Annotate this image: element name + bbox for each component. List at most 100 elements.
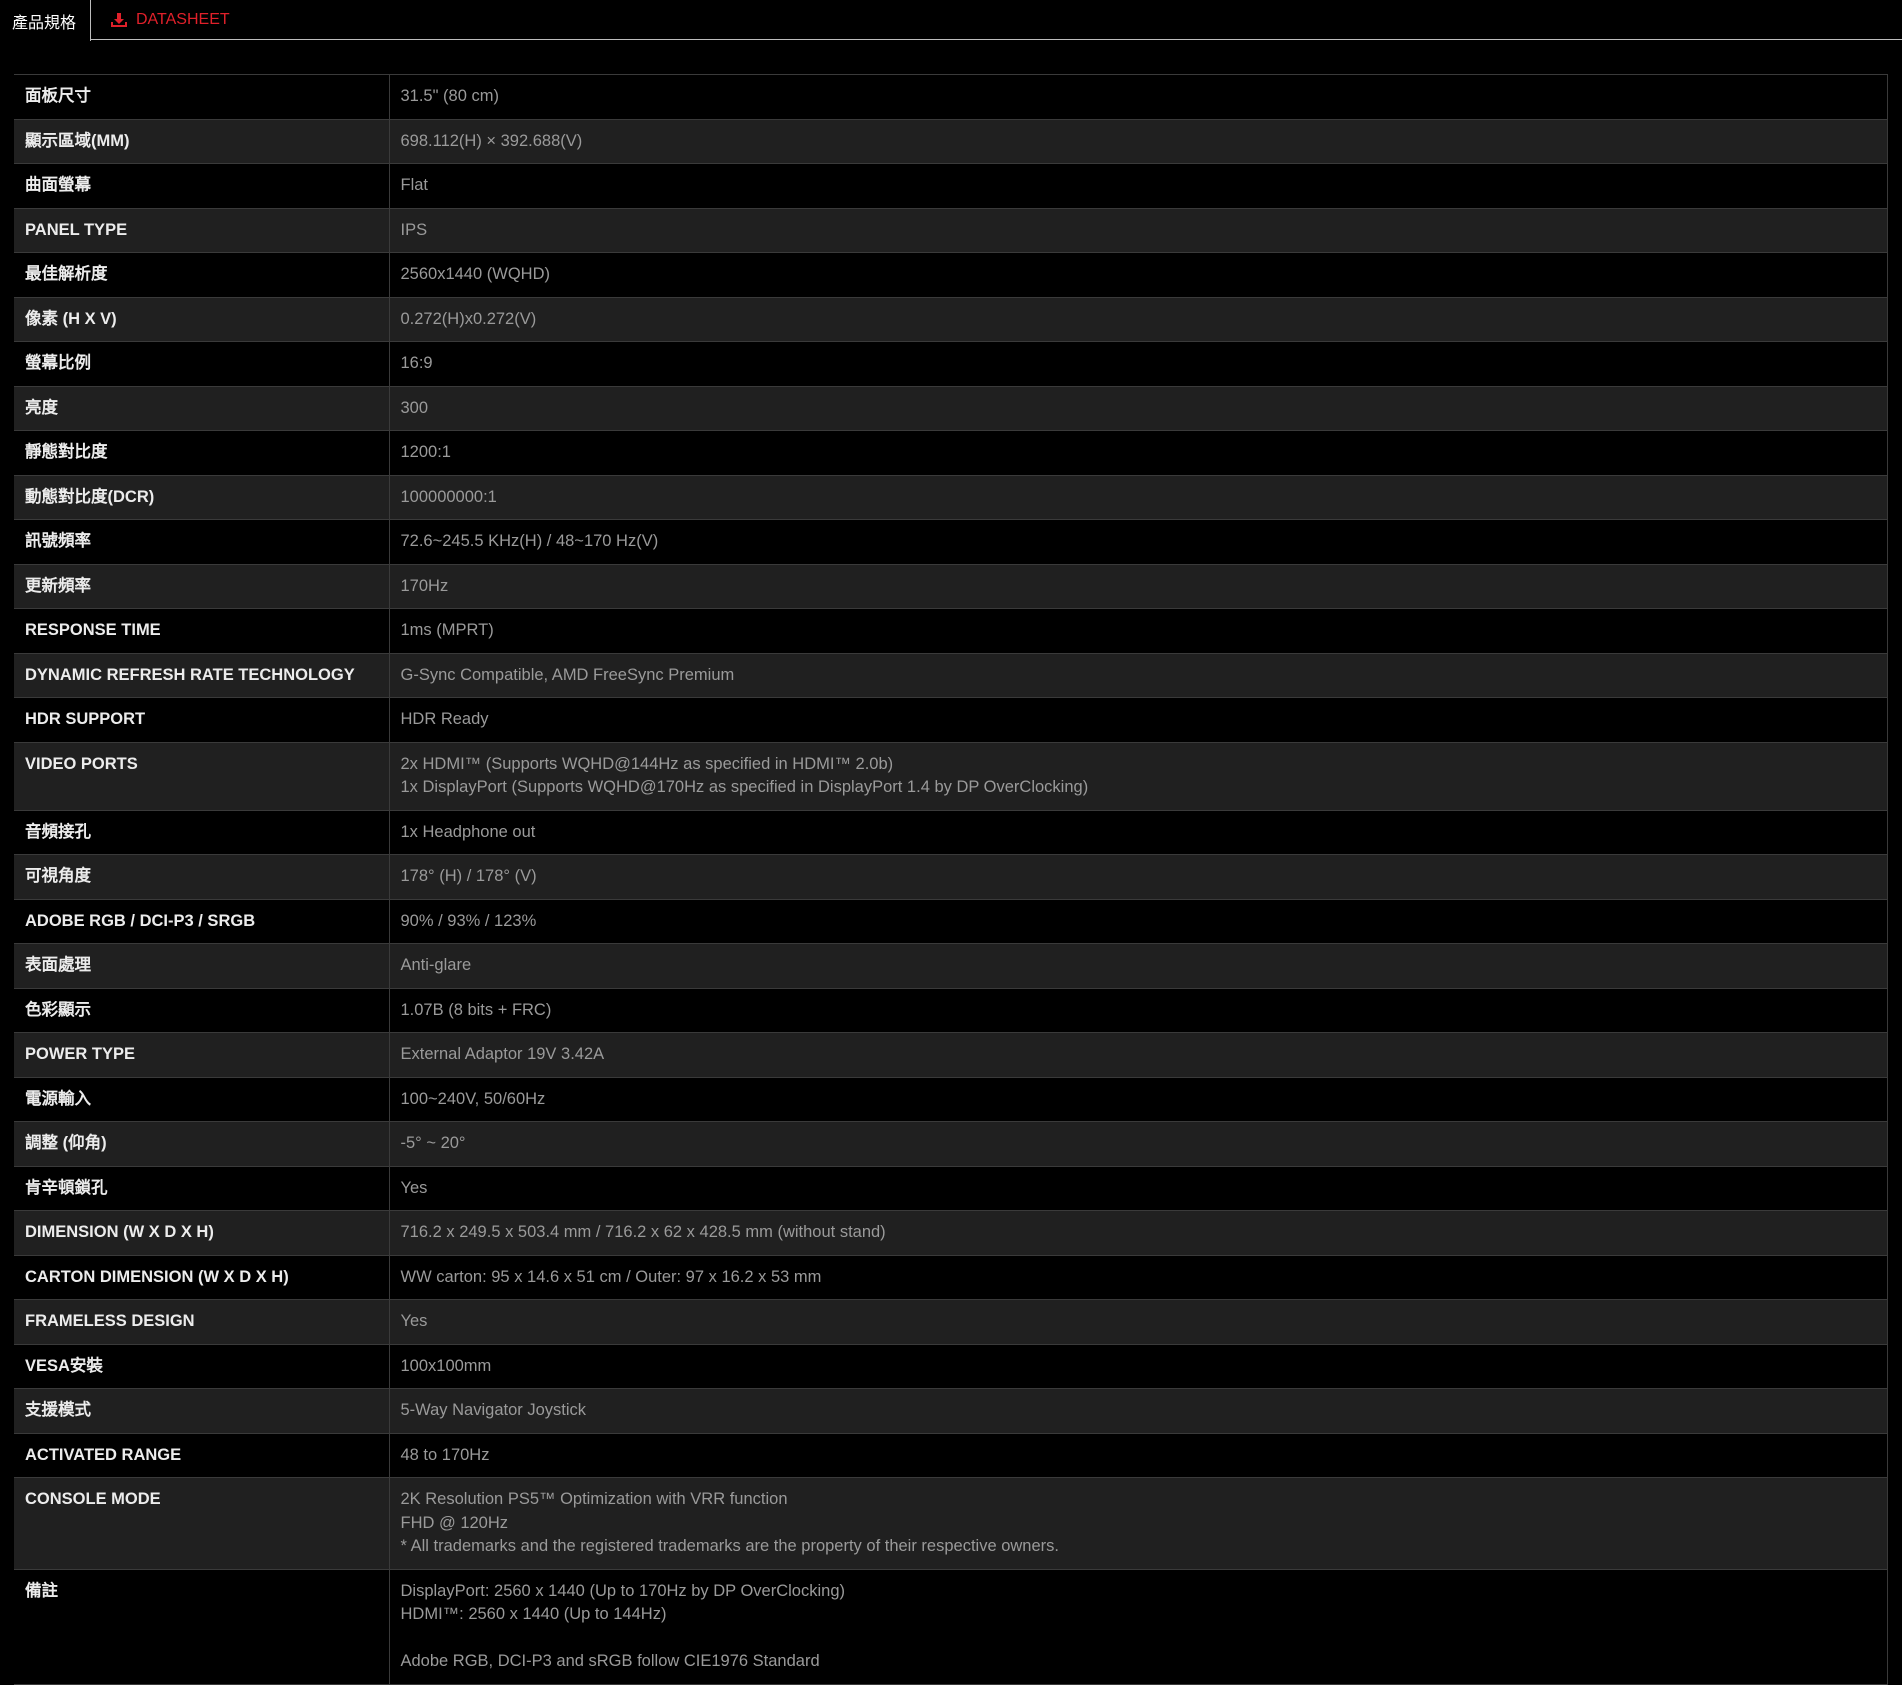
spec-label: 調整 (仰角) — [14, 1121, 390, 1167]
spec-label: VESA安裝 — [14, 1344, 390, 1389]
spec-label: 肯辛頓鎖孔 — [14, 1166, 390, 1211]
spec-row: PANEL TYPE IPS — [14, 208, 1888, 253]
spec-row: ADOBE RGB / DCI-P3 / SRGB 90% / 93% / 123… — [14, 899, 1888, 944]
spec-label: 動態對比度(DCR) — [14, 475, 390, 520]
spec-label: 表面處理 — [14, 943, 390, 989]
spec-label: 色彩顯示 — [14, 988, 390, 1033]
spec-row: 備註 DisplayPort: 2560 x 1440 (Up to 170Hz … — [14, 1569, 1888, 1685]
spec-value: WW carton: 95 x 14.6 x 51 cm / Outer: 97… — [389, 1255, 1888, 1300]
spec-value: 100000000:1 — [389, 475, 1888, 520]
tab-specifications-label: 產品規格 — [12, 14, 77, 32]
spec-row: DYNAMIC REFRESH RATE TECHNOLOGY G-Sync Co… — [14, 653, 1888, 698]
spec-value: 5-Way Navigator Joystick — [389, 1388, 1888, 1434]
spec-row: HDR SUPPORT HDR Ready — [14, 697, 1888, 743]
spec-value: 0.272(H)x0.272(V) — [389, 297, 1888, 342]
spec-row: 音頻接孔 1x Headphone out — [14, 810, 1888, 855]
spec-row: ACTIVATED RANGE 48 to 170Hz — [14, 1433, 1888, 1478]
spec-label: 電源輸入 — [14, 1077, 390, 1122]
spec-label: 顯示區域(MM) — [14, 119, 390, 164]
spec-row: 肯辛頓鎖孔 Yes — [14, 1166, 1888, 1211]
spec-row: FRAMELESS DESIGN Yes — [14, 1299, 1888, 1345]
tab-specifications[interactable]: 產品規格 — [0, 0, 91, 41]
spec-label: DIMENSION (W X D X H) — [14, 1210, 390, 1256]
spec-row: 像素 (H X V) 0.272(H)x0.272(V) — [14, 297, 1888, 342]
spec-value: 31.5" (80 cm) — [389, 74, 1888, 120]
spec-label: 更新頻率 — [14, 564, 390, 609]
spec-row: VESA安裝 100x100mm — [14, 1344, 1888, 1389]
tab-datasheet-label: DATASHEET — [136, 11, 230, 28]
spec-value: 90% / 93% / 123% — [389, 899, 1888, 944]
spec-row: 顯示區域(MM) 698.112(H) × 392.688(V) — [14, 119, 1888, 164]
spec-value: DisplayPort: 2560 x 1440 (Up to 170Hz by… — [389, 1569, 1888, 1685]
spec-label: 備註 — [14, 1569, 390, 1685]
spec-value: 1ms (MPRT) — [389, 608, 1888, 654]
spec-value: 1200:1 — [389, 430, 1888, 476]
spec-label: ACTIVATED RANGE — [14, 1433, 390, 1478]
spec-label: RESPONSE TIME — [14, 608, 390, 654]
spec-label: PANEL TYPE — [14, 208, 390, 253]
spec-label: 靜態對比度 — [14, 430, 390, 476]
spec-label: 支援模式 — [14, 1388, 390, 1434]
spec-label: 螢幕比例 — [14, 341, 390, 387]
spec-value: G-Sync Compatible, AMD FreeSync Premium — [389, 653, 1888, 698]
spec-value: HDR Ready — [389, 697, 1888, 743]
spec-row: 曲面螢幕 Flat — [14, 163, 1888, 209]
spec-value: IPS — [389, 208, 1888, 253]
tab-datasheet[interactable]: DATASHEET — [110, 0, 240, 40]
spec-label: 面板尺寸 — [14, 74, 390, 120]
spec-row: 支援模式 5-Way Navigator Joystick — [14, 1388, 1888, 1434]
spec-row: 表面處理 Anti-glare — [14, 943, 1888, 989]
spec-row: 更新頻率 170Hz — [14, 564, 1888, 609]
spec-value: 2K Resolution PS5™ Optimization with VRR… — [389, 1477, 1888, 1570]
spec-label: HDR SUPPORT — [14, 697, 390, 743]
spec-value: 1x Headphone out — [389, 810, 1888, 855]
spec-row: 動態對比度(DCR) 100000000:1 — [14, 475, 1888, 520]
spec-value: 16:9 — [389, 341, 1888, 387]
spec-row: 電源輸入 100~240V, 50/60Hz — [14, 1077, 1888, 1122]
spec-row: POWER TYPE External Adaptor 19V 3.42A — [14, 1032, 1888, 1078]
spec-table: 面板尺寸 31.5" (80 cm) 顯示區域(MM) 698.112(H) × 39… — [14, 74, 1888, 1685]
spec-value: 300 — [389, 386, 1888, 431]
download-icon — [110, 11, 128, 29]
spec-label: FRAMELESS DESIGN — [14, 1299, 390, 1345]
spec-value: 170Hz — [389, 564, 1888, 609]
spec-value: Anti-glare — [389, 943, 1888, 989]
spec-label: CARTON DIMENSION (W X D X H) — [14, 1255, 390, 1300]
spec-table-body: 面板尺寸 31.5" (80 cm) 顯示區域(MM) 698.112(H) × 39… — [14, 74, 1888, 1685]
spec-label: 音頻接孔 — [14, 810, 390, 855]
spec-label: POWER TYPE — [14, 1032, 390, 1078]
spec-row: CARTON DIMENSION (W X D X H) WW carton: 9… — [14, 1255, 1888, 1300]
spec-row: 面板尺寸 31.5" (80 cm) — [14, 74, 1888, 120]
spec-value: 100x100mm — [389, 1344, 1888, 1389]
spec-row: CONSOLE MODE 2K Resolution PS5™ Optimizat… — [14, 1477, 1888, 1570]
spec-value: Yes — [389, 1299, 1888, 1345]
spec-row: 螢幕比例 16:9 — [14, 341, 1888, 387]
spec-value: 1.07B (8 bits + FRC) — [389, 988, 1888, 1033]
spec-value: 178° (H) / 178° (V) — [389, 854, 1888, 900]
spec-row: 靜態對比度 1200:1 — [14, 430, 1888, 476]
spec-row: 最佳解析度 2560x1440 (WQHD) — [14, 252, 1888, 298]
spec-row: 亮度 300 — [14, 386, 1888, 431]
spec-value: 100~240V, 50/60Hz — [389, 1077, 1888, 1122]
spec-label: 可視角度 — [14, 854, 390, 900]
spec-row: DIMENSION (W X D X H) 716.2 x 249.5 x 503… — [14, 1210, 1888, 1256]
spec-row: 訊號頻率 72.6~245.5 KHz(H) / 48~170 Hz(V) — [14, 519, 1888, 565]
spec-label: DYNAMIC REFRESH RATE TECHNOLOGY — [14, 653, 390, 698]
spec-value: 716.2 x 249.5 x 503.4 mm / 716.2 x 62 x … — [389, 1210, 1888, 1256]
spec-value: External Adaptor 19V 3.42A — [389, 1032, 1888, 1078]
spec-value: 2560x1440 (WQHD) — [389, 252, 1888, 298]
spec-label: 曲面螢幕 — [14, 163, 390, 209]
spec-label: 亮度 — [14, 386, 390, 431]
spec-value: 2x HDMI™ (Supports WQHD@144Hz as specifi… — [389, 742, 1888, 811]
spec-row: 可視角度 178° (H) / 178° (V) — [14, 854, 1888, 900]
spec-value: 48 to 170Hz — [389, 1433, 1888, 1478]
spec-label: ADOBE RGB / DCI-P3 / SRGB — [14, 899, 390, 944]
spec-value: Yes — [389, 1166, 1888, 1211]
spec-row: RESPONSE TIME 1ms (MPRT) — [14, 608, 1888, 654]
spec-row: 色彩顯示 1.07B (8 bits + FRC) — [14, 988, 1888, 1033]
spec-row: VIDEO PORTS 2x HDMI™ (Supports WQHD@144Hz… — [14, 742, 1888, 811]
spec-label: 訊號頻率 — [14, 519, 390, 565]
spec-value: 698.112(H) × 392.688(V) — [389, 119, 1888, 164]
spec-value: -5° ~ 20° — [389, 1121, 1888, 1167]
spec-label: 像素 (H X V) — [14, 297, 390, 342]
